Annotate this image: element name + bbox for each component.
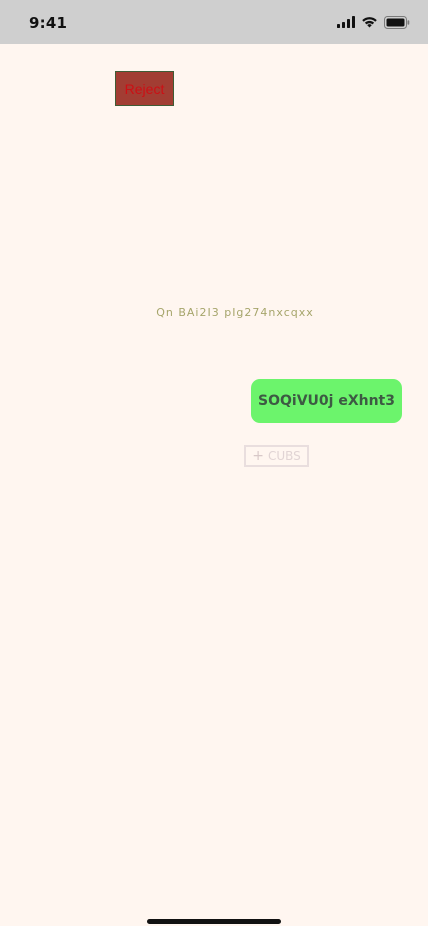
add-button-label: CUBS bbox=[267, 449, 301, 463]
reject-button[interactable]: Reject bbox=[115, 71, 174, 106]
plus-icon: + bbox=[252, 448, 264, 464]
battery-icon bbox=[384, 15, 410, 29]
status-icons bbox=[337, 15, 410, 29]
signal-icon bbox=[337, 16, 355, 28]
app-screen: 9:41 Reject Qn BAi2I3 pIg274nxcqxx SOQiV… bbox=[0, 0, 428, 926]
status-time: 9:41 bbox=[29, 14, 68, 32]
primary-action-button[interactable]: SOQiVU0j eXhnt3 bbox=[251, 379, 402, 423]
caption-text: Qn BAi2I3 pIg274nxcqxx bbox=[156, 306, 314, 319]
add-button[interactable]: + CUBS bbox=[244, 445, 309, 467]
wifi-icon bbox=[361, 16, 378, 28]
status-bar: 9:41 bbox=[0, 0, 428, 44]
home-indicator bbox=[147, 919, 281, 924]
